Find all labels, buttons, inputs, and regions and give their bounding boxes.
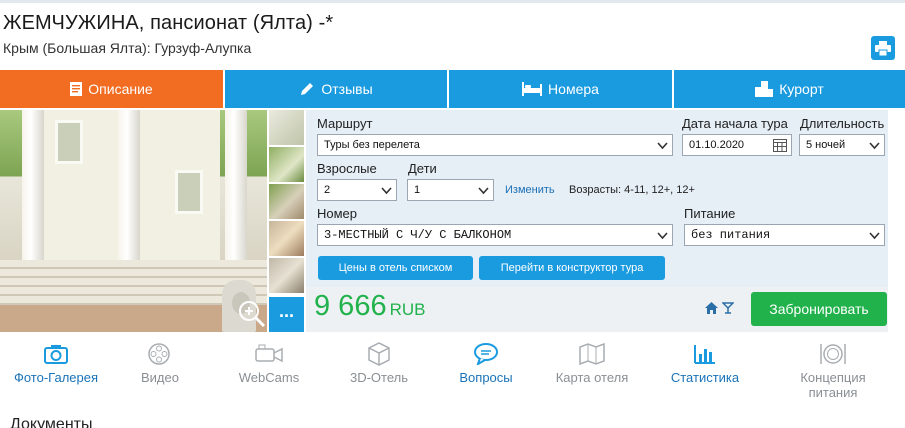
duration-select-value: 5 ночей — [806, 139, 846, 151]
page-title: ЖЕМЧУЖИНА, пансионат (Ялта) -* — [3, 12, 334, 34]
home-icon[interactable] — [705, 302, 718, 314]
hotel-main-photo[interactable] — [0, 110, 267, 332]
adults-label: Взрослые — [317, 161, 377, 176]
feature-meal-concept[interactable]: Концепция питания — [778, 340, 888, 400]
children-label: Дети — [408, 161, 437, 176]
book-button[interactable]: Забронировать — [751, 292, 887, 326]
cocktail-icon[interactable] — [722, 302, 734, 314]
bed-icon — [522, 82, 543, 96]
chevron-down-icon — [381, 187, 392, 195]
date-label: Дата начала тура — [682, 116, 788, 131]
children-select[interactable]: 1 — [407, 179, 494, 201]
photo-window — [55, 120, 83, 164]
adults-select[interactable]: 2 — [317, 179, 397, 201]
feature-label: Карта отеля — [555, 370, 629, 385]
feature-label: Фото-Галерея — [13, 370, 99, 385]
bar-chart-icon — [650, 340, 760, 368]
feature-label: 3D-Отель — [349, 370, 409, 385]
meal-label: Питание — [684, 206, 736, 221]
calendar-icon[interactable] — [773, 138, 787, 152]
meal-select[interactable]: без питания — [684, 224, 885, 246]
more-photos-button[interactable]: ... — [269, 297, 304, 332]
zoom-icon[interactable] — [238, 300, 266, 328]
duration-label: Длительность — [800, 116, 885, 131]
printer-icon — [875, 40, 891, 56]
tour-constructor-button[interactable]: Перейти в конструктор тура — [479, 256, 665, 280]
change-ages-link[interactable]: Изменить — [505, 184, 555, 196]
children-select-value: 1 — [414, 184, 421, 196]
meal-select-value: без питания — [691, 228, 771, 242]
main-tabs: Описание Отзывы Номера Курорт — [0, 70, 905, 108]
feature-photo-gallery[interactable]: Фото-Галерея — [1, 340, 111, 385]
3d-cube-icon — [324, 340, 434, 368]
hotel-location: Крым (Большая Ялта): Гурзуф-Алупка — [3, 40, 252, 56]
photo-column — [225, 110, 247, 260]
chevron-down-icon — [478, 187, 489, 195]
chevron-down-icon — [657, 232, 668, 240]
date-field[interactable]: 01.10.2020 — [682, 134, 792, 156]
photo-thumbnail[interactable] — [269, 221, 304, 256]
tab-label: Отзывы — [321, 81, 373, 97]
room-select-value: 3-МЕСТНЫЙ С Ч/У С БАЛКОНОМ — [324, 228, 512, 242]
top-border — [0, 0, 905, 3]
feature-webcams[interactable]: WebCams — [214, 340, 324, 385]
chevron-down-icon — [869, 232, 880, 240]
photo-thumbnails — [269, 110, 304, 295]
webcam-icon — [214, 340, 324, 368]
price-icons — [705, 302, 734, 314]
room-select[interactable]: 3-МЕСТНЫЙ С Ч/У С БАЛКОНОМ — [317, 224, 673, 246]
route-label: Маршрут — [317, 116, 373, 131]
duration-select[interactable]: 5 ночей — [799, 134, 885, 156]
feature-3d-hotel[interactable]: 3D-Отель — [324, 340, 434, 385]
price-display: 9 666 RUB — [314, 290, 425, 323]
camera-icon — [1, 340, 111, 368]
chevron-down-icon — [869, 142, 880, 150]
photo-thumbnail[interactable] — [269, 110, 304, 145]
feature-label: Видео — [141, 370, 179, 385]
tab-resort[interactable]: Курорт — [674, 70, 905, 108]
date-field-value: 01.10.2020 — [689, 139, 745, 151]
photo-thumbnail[interactable] — [269, 147, 304, 182]
feature-questions[interactable]: Вопросы — [431, 340, 541, 385]
plate-icon — [778, 340, 888, 368]
price-amount: 9 666 — [314, 290, 387, 322]
adults-select-value: 2 — [324, 184, 331, 196]
feature-links: Фото-Галерея Видео WebCams 3D-Отель Вопр… — [0, 340, 905, 400]
tab-label: Описание — [88, 81, 153, 97]
room-label: Номер — [317, 206, 358, 221]
children-ages: Возрасты: 4-11, 12+, 12+ — [569, 184, 695, 196]
feature-label: WebCams — [238, 370, 300, 385]
tab-rooms[interactable]: Номера — [449, 70, 674, 108]
tour-search-panel: Маршрут Туры без перелета Дата начала ту… — [306, 110, 888, 287]
chat-bubble-icon — [431, 340, 541, 368]
film-reel-icon — [105, 340, 215, 368]
tab-label: Номера — [548, 81, 599, 97]
photo-column — [118, 110, 140, 260]
route-select-value: Туры без перелета — [324, 139, 420, 151]
print-button[interactable] — [871, 36, 895, 60]
photo-window — [175, 170, 203, 214]
tab-description[interactable]: Описание — [0, 70, 225, 108]
document-icon — [70, 82, 83, 96]
feature-statistics[interactable]: Статистика — [650, 340, 760, 385]
photo-thumbnail[interactable] — [269, 184, 304, 219]
feature-video[interactable]: Видео — [105, 340, 215, 385]
map-icon — [537, 340, 647, 368]
pencil-icon — [299, 81, 315, 97]
feature-label: Концепция питания — [800, 370, 866, 400]
photo-column — [22, 110, 44, 260]
tab-label: Курорт — [779, 81, 824, 97]
documents-heading: Документы — [10, 416, 93, 428]
feature-label: Статистика — [670, 370, 740, 385]
price-currency: RUB — [389, 300, 426, 319]
feature-hotel-map[interactable]: Карта отеля — [537, 340, 647, 385]
buildings-icon — [755, 81, 774, 97]
hotel-prices-list-button[interactable]: Цены в отель списком — [318, 256, 473, 280]
chevron-down-icon — [657, 142, 668, 150]
photo-thumbnail[interactable] — [269, 258, 304, 293]
feature-label: Вопросы — [459, 370, 513, 385]
tab-reviews[interactable]: Отзывы — [225, 70, 449, 108]
route-select[interactable]: Туры без перелета — [317, 134, 673, 156]
